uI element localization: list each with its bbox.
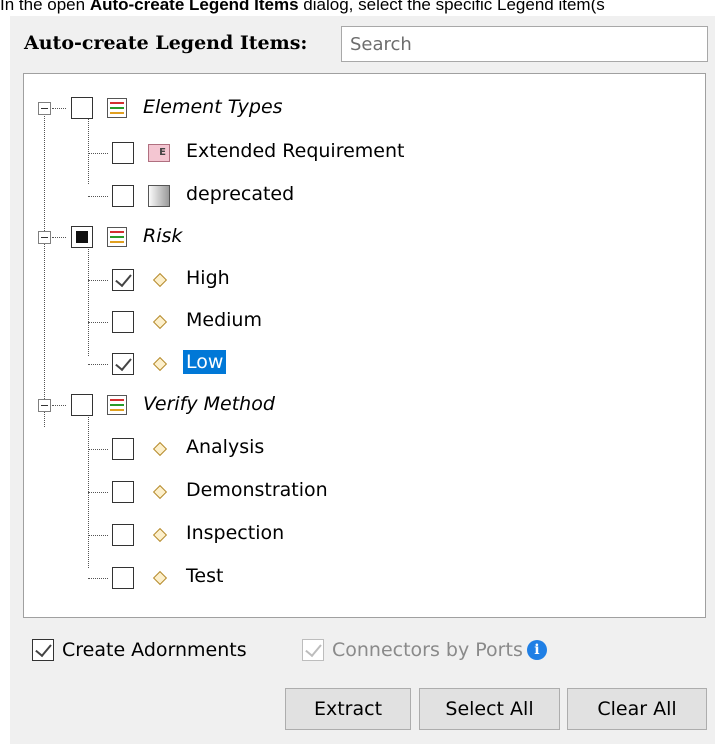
tree-branch [88, 492, 108, 493]
tree-item-test[interactable]: Test [186, 565, 223, 587]
clear-all-button[interactable]: Clear All [567, 688, 707, 730]
tree-branch [88, 153, 108, 154]
legend-list-icon [107, 227, 127, 247]
test-checkbox[interactable] [112, 567, 134, 589]
element-types-checkbox[interactable] [71, 97, 93, 119]
legend-list-icon [107, 98, 127, 118]
expand-verify-method-toggle[interactable] [38, 399, 51, 412]
connectors-by-ports-option: Connectors by Ports i [302, 636, 547, 664]
header-row: Auto-create Legend Items: [24, 26, 708, 62]
low-checkbox[interactable] [112, 353, 134, 375]
create-adornments-label: Create Adornments [62, 639, 247, 661]
deprecated-checkbox[interactable] [112, 185, 134, 207]
stereotype-gradient-icon [148, 185, 170, 207]
tree-branch [88, 578, 108, 579]
tree-branch [52, 405, 66, 406]
verify-method-checkbox[interactable] [71, 394, 93, 416]
instruction-caption: In the open Auto-create Legend Items dia… [0, 0, 715, 17]
tree-line-element-types [88, 114, 89, 184]
expand-element-types-toggle[interactable] [38, 102, 51, 115]
search-input[interactable] [341, 26, 708, 62]
tree-item-element-types[interactable]: Element Types [143, 96, 283, 118]
high-checkbox[interactable] [112, 269, 134, 291]
options-row: Create Adornments Connectors by Ports i [32, 636, 692, 666]
diamond-icon [152, 441, 168, 457]
tree-item-deprecated[interactable]: deprecated [186, 183, 294, 205]
demonstration-checkbox[interactable] [112, 481, 134, 503]
tree-branch [88, 322, 108, 323]
auto-create-legend-items-dialog: Auto-create Legend Items: Element Types … [10, 16, 715, 744]
diamond-icon [152, 272, 168, 288]
tree-branch [52, 237, 66, 238]
tree-branch [88, 280, 108, 281]
expand-risk-toggle[interactable] [38, 231, 51, 244]
connectors-by-ports-label: Connectors by Ports [332, 639, 523, 661]
diamond-icon [152, 570, 168, 586]
extended-requirement-checkbox[interactable] [112, 142, 134, 164]
header-label: Auto-create Legend Items: [24, 32, 308, 54]
tree-branch [88, 449, 108, 450]
tree-item-medium[interactable]: Medium [186, 309, 262, 331]
tree-item-high[interactable]: High [186, 267, 230, 289]
create-adornments-option[interactable]: Create Adornments [32, 636, 247, 664]
tree-item-low[interactable]: Low [183, 350, 227, 374]
info-icon[interactable]: i [526, 640, 547, 660]
diamond-icon [152, 484, 168, 500]
create-adornments-checkbox[interactable] [32, 639, 54, 661]
caption-dialog-name: Auto-create Legend Items [89, 0, 299, 14]
tree-item-demonstration[interactable]: Demonstration [186, 479, 328, 501]
requirement-icon: E [148, 144, 170, 162]
tree-item-risk[interactable]: Risk [143, 225, 182, 247]
tree-item-verify-method[interactable]: Verify Method [143, 393, 275, 415]
legend-items-tree: Element Types E Extended Requirement dep… [23, 73, 706, 618]
medium-checkbox[interactable] [112, 311, 134, 333]
extract-button[interactable]: Extract [285, 688, 411, 730]
connectors-by-ports-checkbox [302, 639, 324, 661]
risk-checkbox[interactable] [71, 226, 93, 248]
diamond-icon [152, 527, 168, 543]
tree-line-risk [88, 242, 89, 356]
legend-list-icon [107, 395, 127, 415]
select-all-button[interactable]: Select All [419, 688, 560, 730]
tree-branch [88, 535, 108, 536]
caption-prefix: In the open [0, 0, 90, 14]
caption-suffix: dialog, select the specific Legend item(… [298, 0, 605, 14]
tree-branch [88, 364, 108, 365]
diamond-icon [152, 356, 168, 372]
analysis-checkbox[interactable] [112, 438, 134, 460]
inspection-checkbox[interactable] [112, 524, 134, 546]
tree-item-inspection[interactable]: Inspection [186, 522, 284, 544]
tree-item-extended-requirement[interactable]: Extended Requirement [186, 140, 404, 162]
tree-item-analysis[interactable]: Analysis [186, 436, 264, 458]
tree-branch [52, 108, 66, 109]
tree-line-root [44, 107, 45, 427]
diamond-icon [152, 314, 168, 330]
tree-branch [88, 196, 108, 197]
tree-line-verify-method [88, 410, 89, 568]
